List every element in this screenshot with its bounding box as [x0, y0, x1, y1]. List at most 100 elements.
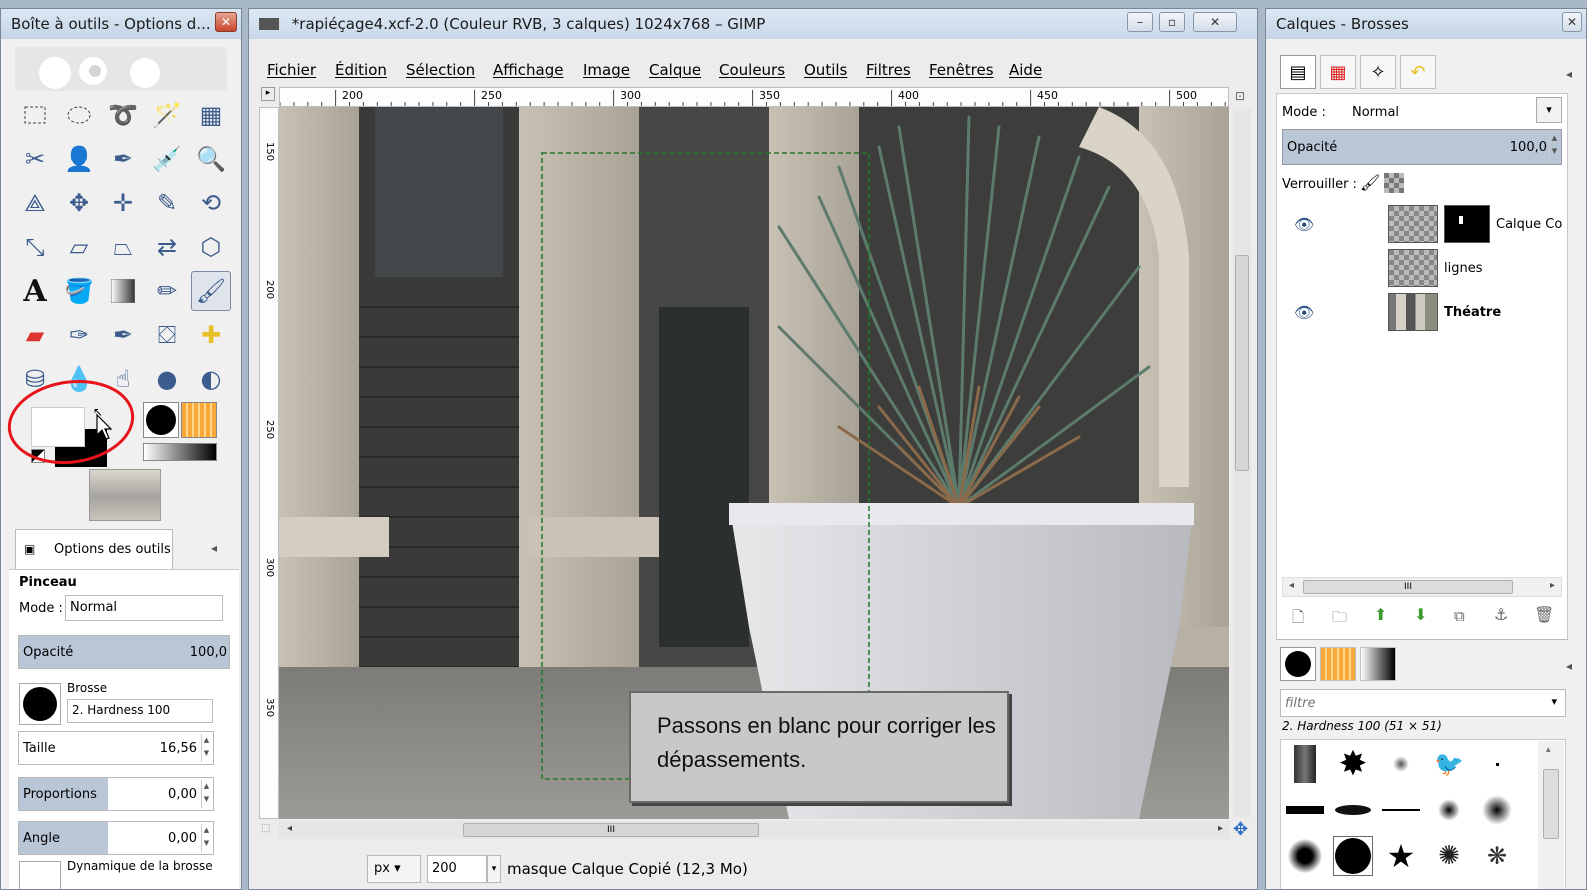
airbrush-icon[interactable]: ✑ [59, 315, 99, 355]
brush-name-field[interactable]: 2. Hardness 100 [67, 699, 213, 723]
image-window-titlebar[interactable]: *rapiéçage4.xcf-2.0 (Couleur RVB, 3 calq… [249, 9, 1257, 39]
anchor-icon[interactable]: ⚓ [1494, 605, 1508, 624]
menu-image[interactable]: Image [583, 61, 630, 79]
gegl-icon[interactable]: ◐ [191, 359, 231, 399]
trash-icon[interactable]: 🗑 [1534, 605, 1554, 624]
color-picker-icon[interactable]: 💉 [147, 139, 187, 179]
zoom-navigate-icon[interactable]: ⊡ [1235, 89, 1245, 103]
brush-filter-input[interactable] [1285, 694, 1525, 712]
scissors-icon[interactable]: ✂ [15, 139, 55, 179]
layer-name[interactable]: Théatre [1444, 305, 1501, 320]
size-spinner[interactable]: ▲ ▼ [201, 734, 211, 762]
layers-scroll-thumb[interactable]: III [1303, 580, 1513, 594]
filter-dropdown-icon[interactable]: ▾ [1551, 695, 1557, 708]
brushes-tab-icon[interactable] [1280, 647, 1316, 681]
gradients-tab-icon[interactable] [1360, 647, 1396, 681]
brush-line-icon[interactable] [1381, 790, 1421, 830]
brush-scroll-thumb[interactable] [1543, 769, 1559, 839]
toolbox-titlebar[interactable]: Boîte à outils - Options d... [1, 9, 241, 39]
layers-scroll-left-icon[interactable]: ◂ [1289, 580, 1294, 591]
layers-close-button[interactable]: ✕ [1562, 12, 1582, 32]
layer-mask-thumbnail[interactable] [1444, 205, 1490, 243]
unit-dropdown[interactable]: px ▾ [367, 855, 421, 883]
menu-fenetres[interactable]: Fenêtres [929, 61, 994, 79]
dynamics-selector-button[interactable] [19, 861, 61, 889]
lower-layer-icon[interactable]: ⬇ [1414, 605, 1427, 624]
ellipse-select-icon[interactable] [59, 95, 99, 135]
active-image-thumbnail[interactable] [89, 469, 161, 521]
vertical-scrollbar[interactable] [1233, 109, 1251, 817]
undo-history-tab-icon[interactable]: ↶ [1400, 55, 1436, 89]
size-slider[interactable]: Taille 16,56 ▲ ▼ [18, 731, 214, 765]
proportions-spinner[interactable]: ▲ ▼ [201, 780, 211, 808]
brush-texture-icon[interactable] [1285, 744, 1325, 784]
lock-pixels-icon[interactable]: 🖌 [1360, 173, 1380, 192]
horizontal-scrollbar[interactable]: ◂ III ▸ [279, 821, 1229, 839]
angle-slider[interactable]: Angle 0,00 ▲ ▼ [18, 821, 214, 855]
menu-outils[interactable]: Outils [804, 61, 847, 79]
free-select-icon[interactable]: ➰ [103, 95, 143, 135]
brush-ellipse-icon[interactable] [1333, 790, 1373, 830]
maximize-button[interactable]: ▫ [1159, 12, 1185, 32]
scroll-left-icon[interactable]: ◂ [287, 823, 292, 834]
heal-icon[interactable]: ✚ [191, 315, 231, 355]
angle-spinner[interactable]: ▲ ▼ [201, 824, 211, 852]
brush-fuzzy-round-icon[interactable] [1285, 836, 1325, 876]
menu-selection[interactable]: Sélection [406, 61, 475, 79]
layers-mode-dropdown-button[interactable]: ▾ [1536, 97, 1562, 123]
menu-fichier[interactable]: Fichier [267, 61, 316, 79]
menu-couleurs[interactable]: Couleurs [719, 61, 785, 79]
brush-pepper-icon[interactable]: 🐦 [1429, 744, 1469, 784]
brush-block-icon[interactable] [1285, 790, 1325, 830]
paths-icon[interactable]: ✒ [103, 139, 143, 179]
layer-name[interactable]: lignes [1444, 261, 1483, 276]
layers-horizontal-scrollbar[interactable]: ◂ III ▸ [1282, 577, 1562, 597]
opacity-slider[interactable]: Opacité 100,0 [18, 635, 230, 669]
menu-aide[interactable]: Aide [1009, 61, 1042, 79]
brush-grid-scrollbar[interactable]: ▴ [1538, 741, 1564, 889]
vertical-scroll-thumb[interactable] [1235, 255, 1249, 471]
brushes-tab-menu-icon[interactable]: ◂ [1566, 659, 1572, 673]
perspective-icon[interactable]: ⏢ [103, 227, 143, 267]
rect-select-icon[interactable] [15, 95, 55, 135]
paths-tab-icon[interactable]: ✧ [1360, 55, 1396, 89]
layer-row[interactable]: 👁 Calque Co [1282, 203, 1576, 247]
brush-pixel-icon[interactable] [1477, 744, 1517, 784]
move-icon[interactable]: ✥ [59, 183, 99, 223]
brush-selector-button[interactable] [19, 683, 61, 725]
channels-tab-icon[interactable]: ▦ [1320, 55, 1356, 89]
brush-grunge-icon[interactable]: ❋ [1477, 836, 1517, 876]
brush-splatter-icon[interactable]: ✺ [1429, 836, 1469, 876]
measure-icon[interactable]: ⟁ [15, 183, 55, 223]
align-icon[interactable]: ✛ [103, 183, 143, 223]
brush-fuzzy-small-icon[interactable] [1381, 744, 1421, 784]
brush-scroll-up-icon[interactable]: ▴ [1546, 745, 1551, 755]
proportions-slider[interactable]: Proportions 0,00 ▲ ▼ [18, 777, 214, 811]
close-window-button[interactable]: ✕ [1193, 12, 1237, 32]
foreground-select-icon[interactable]: 👤 [59, 139, 99, 179]
duplicate-layer-icon[interactable]: ⧉ [1454, 607, 1465, 625]
active-pattern-preview[interactable] [181, 402, 217, 438]
dodge-icon[interactable]: ● [147, 359, 187, 399]
eraser-icon[interactable]: ▰ [15, 315, 55, 355]
quick-mask-corner-icon[interactable]: ▸ [261, 87, 275, 101]
layers-opacity-spinner[interactable]: ▲ ▼ [1549, 132, 1559, 162]
patterns-tab-icon[interactable] [1320, 647, 1356, 681]
rotate-icon[interactable]: ⟲ [191, 183, 231, 223]
brush-hardness-100-icon[interactable] [1333, 836, 1373, 876]
shear-icon[interactable]: ▱ [59, 227, 99, 267]
blend-icon[interactable] [103, 271, 143, 311]
lock-alpha-icon[interactable] [1384, 173, 1404, 193]
scale-icon[interactable]: ⤡ [15, 227, 55, 267]
menu-calque[interactable]: Calque [649, 61, 701, 79]
tool-options-tab[interactable]: ▣ Options des outils [15, 529, 173, 569]
brush-filter-combo[interactable]: ▾ [1280, 689, 1566, 717]
cage-icon[interactable]: ⬡ [191, 227, 231, 267]
navigate-icon[interactable]: ✥ [1233, 819, 1248, 840]
minimize-button[interactable]: – [1127, 12, 1153, 32]
crop-icon[interactable]: ✎ [147, 183, 187, 223]
pencil-icon[interactable]: ✏ [147, 271, 187, 311]
ink-icon[interactable]: ✒ [103, 315, 143, 355]
menu-affichage[interactable]: Affichage [493, 61, 563, 79]
tab-menu-icon[interactable]: ◂ [211, 541, 217, 555]
